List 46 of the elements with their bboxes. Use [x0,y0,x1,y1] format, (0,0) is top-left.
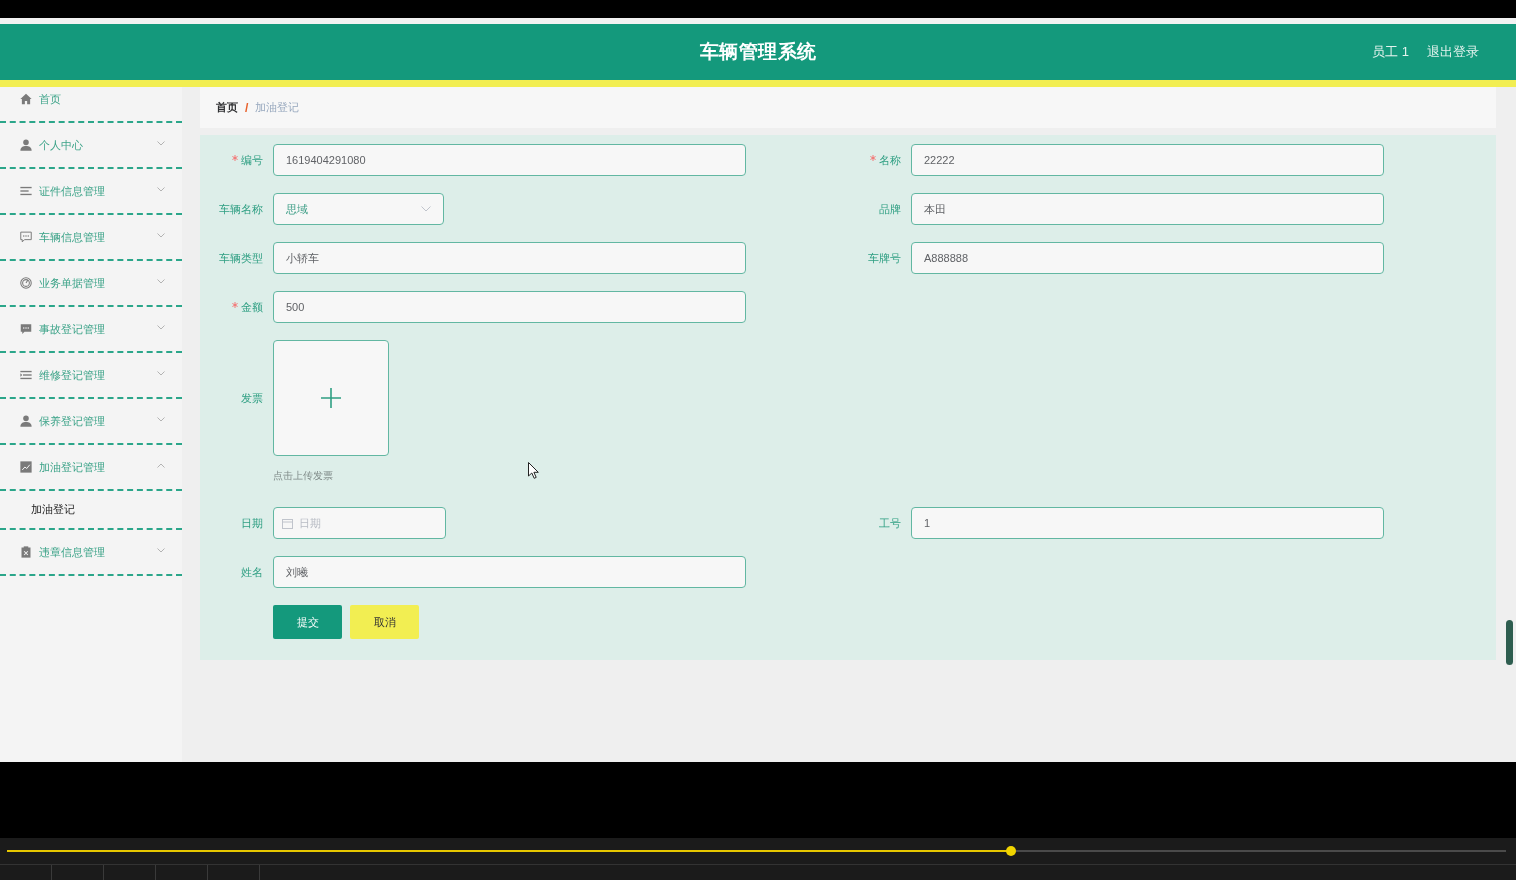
progress-knob[interactable] [1006,846,1017,856]
list-icon [20,185,32,197]
plus-icon [321,388,341,408]
dropdown-select[interactable]: 思域 [273,193,444,225]
user-icon [20,415,32,427]
upload-hint: 点击上传发票 [273,469,334,483]
scrollbar-thumb[interactable] [1506,620,1513,665]
cancel-button[interactable]: 取消 [350,605,419,639]
logout-link[interactable]: 退出登录 [1427,43,1479,61]
breadcrumb-separator: / [245,100,249,115]
field-label: 名称 [879,152,901,168]
field-label: 金额 [241,299,263,315]
clipboard-x-icon [20,546,32,558]
input-field[interactable]: 小轿车 [273,242,746,274]
calendar-icon [282,517,293,529]
home-icon [20,93,32,105]
list-icon [20,369,32,381]
input-field[interactable]: A888888 [911,242,1384,274]
line-chart-icon [20,461,32,473]
breadcrumb-current: 加油登记 [255,100,300,115]
field-label: 车辆类型 [219,250,263,266]
user-icon [20,139,32,151]
date-input-field[interactable]: 日期 [273,507,446,539]
breadcrumb-link[interactable]: 首页 [216,100,238,115]
gauge-icon [20,277,32,289]
input-field[interactable]: 22222 [911,144,1384,176]
field-label: 日期 [241,515,263,531]
input-field[interactable]: 刘曦 [273,556,746,588]
field-label: 工号 [879,515,901,531]
field-label: 编号 [241,152,263,168]
field-label: 发票 [241,390,263,406]
user-name: 员工 1 [1372,43,1409,61]
input-field[interactable]: 1 [911,507,1384,539]
field-label: 车牌号 [868,250,901,266]
mouse-pointer-icon [528,462,539,479]
app-title: 车辆管理系统 [699,40,817,64]
input-field[interactable]: 500 [273,291,746,323]
field-label: 车辆名称 [219,201,263,217]
chat-bubble-icon [20,231,32,243]
input-field[interactable]: 本田 [911,193,1384,225]
field-label: 品牌 [879,201,901,217]
chevron-down-icon [421,206,431,212]
submit-button[interactable]: 提交 [273,605,342,639]
chat-bubble-icon [20,323,32,335]
field-label: 姓名 [241,564,263,580]
input-field[interactable]: 1619404291080 [273,144,746,176]
